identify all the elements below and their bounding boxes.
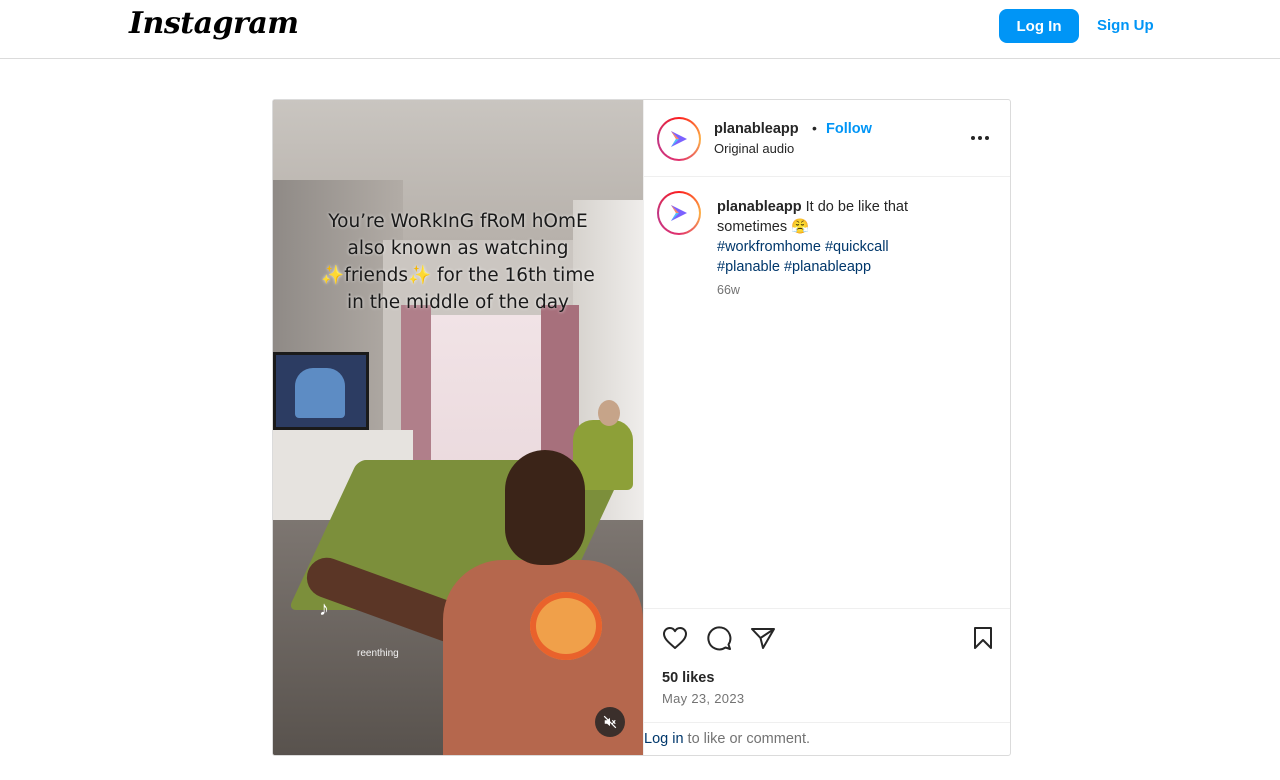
video-scene-seated-person xyxy=(598,400,620,426)
likes-count[interactable]: 50 likes xyxy=(662,670,714,686)
share-icon[interactable] xyxy=(749,624,777,652)
overlay-line: also known as watching xyxy=(347,238,569,259)
tiktok-icon: ♪ xyxy=(319,598,329,620)
planable-logo-icon xyxy=(671,131,687,147)
planable-logo-icon xyxy=(671,205,687,221)
caption-timestamp[interactable]: 66w xyxy=(717,283,740,297)
bookmark-icon[interactable] xyxy=(969,624,997,652)
follow-button[interactable]: Follow xyxy=(826,121,872,137)
hashtag-link[interactable]: #workfromhome xyxy=(717,239,821,255)
overlay-line: in the middle of the day xyxy=(346,292,570,313)
author-avatar[interactable] xyxy=(657,117,701,161)
caption-text: planableapp It do be like that sometimes… xyxy=(717,197,972,277)
overlay-line: ✨friends✨ for the 16th time xyxy=(321,265,595,286)
comment-prompt-text: to like or comment. xyxy=(683,731,811,747)
post-actions: 50 likes May 23, 2023 xyxy=(644,608,1010,722)
video-overlay-text: You’re WoRkInG fRoM hOmE also known as w… xyxy=(273,208,643,316)
post-date[interactable]: May 23, 2023 xyxy=(662,691,744,706)
more-options-icon[interactable] xyxy=(966,126,994,150)
mute-toggle-button[interactable] xyxy=(595,707,625,737)
top-navigation-bar: Instagram Log In Sign Up xyxy=(0,0,1280,59)
hashtag-link[interactable]: #planable xyxy=(717,259,780,275)
caption-author-avatar[interactable] xyxy=(657,191,701,235)
video-scene-person-head xyxy=(505,450,585,565)
video-scene-shirt-logo xyxy=(530,592,602,660)
hashtag-link[interactable]: #quickcall xyxy=(825,239,889,255)
post-card: ♪ You’re WoRkInG fRoM hOmE also known as… xyxy=(272,99,1011,756)
separator-dot: • xyxy=(812,120,817,136)
sign-up-link[interactable]: Sign Up xyxy=(1097,17,1154,34)
original-audio-link[interactable]: Original audio xyxy=(714,141,794,156)
video-watermark: reenthing xyxy=(357,648,399,659)
video-scene-tv-figures xyxy=(295,368,345,418)
muted-speaker-icon xyxy=(603,715,617,729)
comment-icon[interactable] xyxy=(705,624,733,652)
overlay-line: You’re WoRkInG fRoM hOmE xyxy=(328,211,588,232)
post-video[interactable]: ♪ You’re WoRkInG fRoM hOmE also known as… xyxy=(273,100,643,755)
post-header: planableapp • Follow Original audio xyxy=(644,100,1010,177)
author-username[interactable]: planableapp xyxy=(714,121,799,137)
login-to-comment-prompt: Log in to like or comment. xyxy=(644,722,1010,755)
heart-icon[interactable] xyxy=(661,624,689,652)
post-sidebar: planableapp • Follow Original audio plan… xyxy=(643,100,1010,755)
caption-username[interactable]: planableapp xyxy=(717,199,802,215)
instagram-logo[interactable]: Instagram xyxy=(129,6,299,41)
log-in-link[interactable]: Log in xyxy=(644,731,684,747)
log-in-button[interactable]: Log In xyxy=(999,9,1079,43)
hashtag-link[interactable]: #planableapp xyxy=(784,259,871,275)
